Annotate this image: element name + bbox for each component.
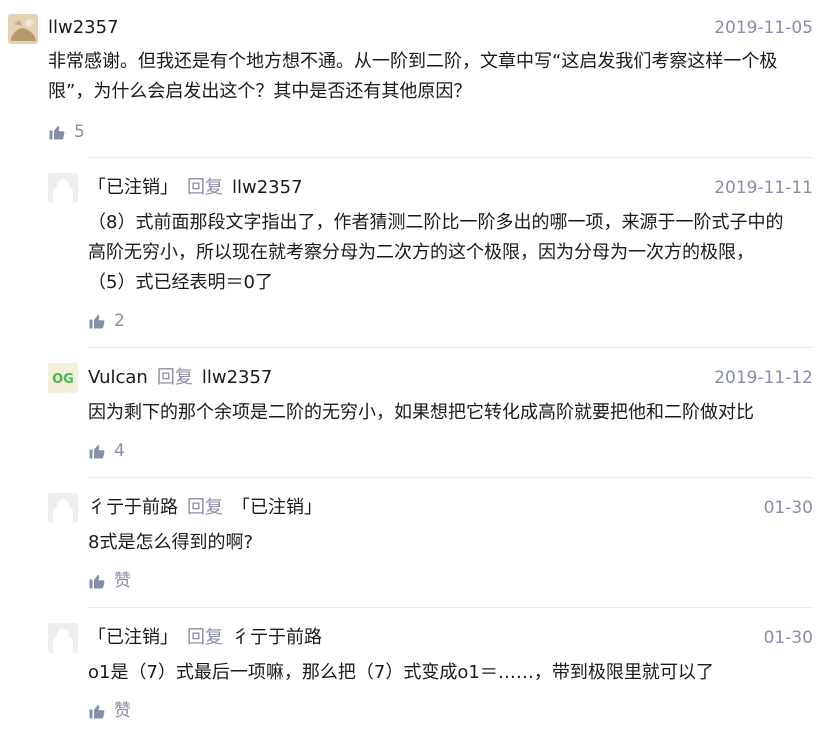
avatar[interactable] <box>8 14 38 44</box>
comment-text-line: 8式是怎么得到的啊? <box>88 532 254 553</box>
comment-text-line: （8）式前面那段文字指出了，作者猜测二阶比一阶多出的哪一项，来源于一阶式子中的 <box>88 212 784 233</box>
default-avatar-icon <box>48 173 78 203</box>
comment-header: 彳亍于前路 回复 「已注销」 <box>88 496 322 520</box>
like-label: 赞 <box>114 701 131 721</box>
default-avatar-icon <box>48 623 78 653</box>
default-avatar-icon <box>48 493 78 523</box>
comment-header: 「已注销」 回复 彳亍于前路 <box>88 626 322 650</box>
avatar[interactable]: OG <box>48 363 78 393</box>
comment-time: 2019-11-11 <box>714 178 813 198</box>
comment-text-line: 非常感谢。但我还是有个地方想不通。从一阶到二阶，文章中写“这启发我们考察这样一个… <box>48 51 778 72</box>
author-name[interactable]: Vulcan <box>88 367 148 388</box>
author-name[interactable]: 「已注销」 <box>88 177 178 198</box>
divider <box>88 347 813 348</box>
thumbs-up-icon <box>89 445 105 459</box>
comment-text: 因为剩下的那个余项是二阶的无穷小，如果想把它转化成高阶就要把他和二阶做对比 <box>88 398 754 428</box>
comment-time: 01-30 <box>763 498 813 518</box>
reply-to-name[interactable]: 「已注销」 <box>232 497 322 518</box>
og-logo-text: OG <box>52 372 74 387</box>
reply-to-name[interactable]: llw2357 <box>232 177 303 198</box>
like-count: 2 <box>114 311 125 331</box>
thumbs-up-icon <box>49 126 65 140</box>
avatar[interactable] <box>48 623 78 653</box>
thumbs-up-icon <box>89 705 105 719</box>
comment-text-line: 因为剩下的那个余项是二阶的无穷小，如果想把它转化成高阶就要把他和二阶做对比 <box>88 402 754 423</box>
avatar[interactable] <box>48 493 78 523</box>
author-name[interactable]: 「已注销」 <box>88 627 178 648</box>
like-count: 4 <box>114 441 125 461</box>
comment-time: 01-30 <box>763 628 813 648</box>
comment-text: 非常感谢。但我还是有个地方想不通。从一阶到二阶，文章中写“这启发我们考察这样一个… <box>48 47 777 107</box>
author-name[interactable]: llw2357 <box>48 17 119 38</box>
like-button[interactable]: 赞 <box>88 699 131 723</box>
reply-to-name[interactable]: 彳亍于前路 <box>232 627 322 648</box>
like-button[interactable]: 2 <box>88 309 125 333</box>
comment-text: o1是（7）式最后一项嘛，那么把（7）式变成o1＝……，带到极限里就可以了 <box>88 658 714 688</box>
divider <box>88 157 813 158</box>
divider <box>88 607 813 608</box>
like-count: 5 <box>74 122 85 142</box>
og-logo-icon: OG <box>48 363 78 393</box>
photo-avatar-icon <box>8 14 38 44</box>
thumbs-up-icon <box>89 315 105 329</box>
like-button[interactable]: 5 <box>48 120 85 144</box>
reply-label: 回复 <box>156 367 193 388</box>
thumbs-up-icon <box>89 575 105 589</box>
comment-text: （8）式前面那段文字指出了，作者猜测二阶比一阶多出的哪一项，来源于一阶式子中的 … <box>88 208 783 298</box>
reply-label: 回复 <box>187 497 223 518</box>
comment-time: 2019-11-12 <box>714 368 813 388</box>
comment-text-line: （5）式已经表明＝0了 <box>88 272 273 293</box>
like-button[interactable]: 赞 <box>88 569 131 593</box>
reply-label: 回复 <box>187 177 223 198</box>
comment-text-line: o1是（7）式最后一项嘛，那么把（7）式变成o1＝……，带到极限里就可以了 <box>88 662 714 683</box>
reply-label: 回复 <box>187 627 223 648</box>
like-label: 赞 <box>114 571 131 591</box>
author-name[interactable]: 彳亍于前路 <box>88 497 178 518</box>
comment-text: 8式是怎么得到的啊? <box>88 528 253 558</box>
divider <box>88 477 813 478</box>
comment-text-line: 高阶无穷小，所以现在就考察分母为二次方的这个极限，因为分母为一次方的极限， <box>88 242 754 263</box>
comment-text-line: 限”，为什么会启发出这个？其中是否还有其他原因？ <box>48 81 472 102</box>
avatar[interactable] <box>48 173 78 203</box>
comment-header: Vulcan 回复 llw2357 <box>88 366 272 390</box>
like-button[interactable]: 4 <box>88 439 125 463</box>
reply-to-name[interactable]: llw2357 <box>202 367 273 388</box>
comment-time: 2019-11-05 <box>714 18 813 38</box>
comment-header: 「已注销」 回复 llw2357 <box>88 176 303 200</box>
comment-header: llw2357 <box>48 16 119 40</box>
